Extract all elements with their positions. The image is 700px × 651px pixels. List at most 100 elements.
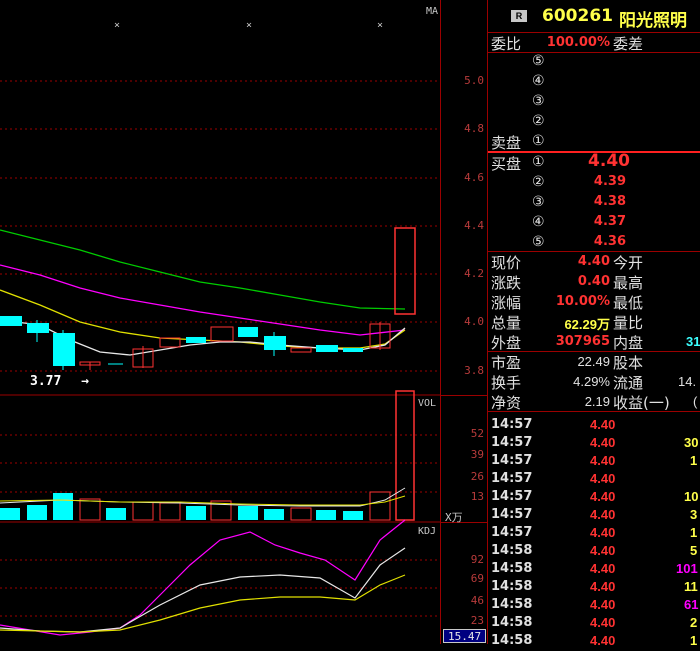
low-price-marker: 3.77 → xyxy=(30,374,89,389)
kline-svg xyxy=(0,80,440,636)
sell-level-5: ⑤ xyxy=(532,52,545,68)
tick-row: 14:57 4.40 1 xyxy=(491,453,698,468)
tick-row: 14:57 4.40 xyxy=(491,417,616,432)
price-tick: 4.0 xyxy=(464,315,484,328)
quote-label-0: 现价 xyxy=(491,254,522,272)
tick-row: 14:57 4.40 10 xyxy=(491,489,699,504)
quote-label-1: 涨跌 xyxy=(491,274,522,292)
stock-header: R 600261 阳光照明 xyxy=(488,0,700,32)
tick-row: 14:58 4.40 101 xyxy=(491,561,698,576)
tick-row: 14:57 4.40 1 xyxy=(491,525,698,540)
quote-right-4: 内盘 xyxy=(613,334,644,352)
fund-label-1: 换手 xyxy=(491,374,522,392)
kdj-value-box: 15.47 xyxy=(443,629,486,643)
kdj-tick: 69 xyxy=(470,572,484,585)
kdj-indicator-label[interactable]: KDJ xyxy=(418,526,436,537)
fund-right-value-1: 14. xyxy=(678,374,697,389)
sell-level-3: ③ xyxy=(532,92,545,108)
kdj-tick: 23 xyxy=(470,614,484,627)
price-tick: 4.6 xyxy=(464,171,484,184)
vol-tick: 52 xyxy=(470,427,484,440)
fund-label-2: 净资 xyxy=(491,394,522,412)
ma-magenta-line xyxy=(0,264,406,336)
vol-tick: 39 xyxy=(470,448,484,461)
buy-level-2-price: 4.39 xyxy=(593,174,626,189)
buy-level-1-price: 4.40 xyxy=(588,151,630,171)
buy-level-4-price: 4.37 xyxy=(593,214,626,229)
quote-value-2: 10.00% xyxy=(555,294,610,309)
quote-value-0: 4.40 xyxy=(577,254,610,269)
price-tick: 3.8 xyxy=(464,364,484,377)
stock-name: 阳光照明 xyxy=(619,11,687,31)
price-tick: 5.0 xyxy=(464,74,484,87)
fund-value-2: 2.19 xyxy=(584,394,610,409)
tick-row: 14:57 4.40 xyxy=(491,471,616,486)
ma-indicator-label[interactable]: MA xyxy=(426,6,438,17)
price-tick: 4.8 xyxy=(464,122,484,135)
volume-bars xyxy=(0,390,415,521)
sell-label: 卖盘 xyxy=(491,134,522,152)
r-badge[interactable]: R xyxy=(511,10,527,22)
buy-label: 买盘 xyxy=(491,155,522,173)
vol-tick: 13 xyxy=(470,490,484,503)
ma-green-line xyxy=(0,229,406,310)
quote-right-value-4: 31 xyxy=(686,334,700,349)
kdj-tick: 92 xyxy=(470,553,484,566)
tick-row: 14:57 4.40 30 xyxy=(491,435,699,450)
fund-value-1: 4.29% xyxy=(573,374,610,389)
kdj-j-line xyxy=(0,519,406,636)
buy-level-5-price: 4.36 xyxy=(593,234,626,249)
vol-unit: X万 xyxy=(445,511,463,524)
quote-panel: R 600261 阳光照明 委比 100.00% 委差 ⑤ ④ ③ ② 卖盘 ①… xyxy=(487,0,700,648)
candles xyxy=(0,227,416,370)
fund-right-value-2: ( xyxy=(693,394,698,409)
tick-row: 14:58 4.40 5 xyxy=(491,543,698,558)
price-tick: 4.4 xyxy=(464,219,484,232)
kdj-k-line xyxy=(0,547,406,633)
vol-indicator-label[interactable]: VOL xyxy=(418,398,436,409)
fund-value-0: 22.49 xyxy=(577,354,610,369)
buy-level-2-num: ② xyxy=(532,173,545,189)
quote-right-1: 最高 xyxy=(613,274,644,292)
quote-label-3: 总量 xyxy=(491,314,522,332)
buy-level-3-price: 4.38 xyxy=(593,194,626,209)
ratio-value: 100.00% xyxy=(546,35,610,50)
tick-row: 14:58 4.40 2 xyxy=(491,615,698,630)
tick-row: 14:58 4.40 1 xyxy=(491,633,698,648)
tick-list[interactable]: 14:57 4.40 14:57 4.40 30 14:57 4.40 1 14… xyxy=(488,413,700,648)
tick-row: 14:58 4.40 11 xyxy=(491,579,698,594)
quote-label-2: 涨幅 xyxy=(491,294,522,312)
sell-level-2: ② xyxy=(532,112,545,128)
buy-level-5-num: ⑤ xyxy=(532,233,545,249)
quote-value-4: 307965 xyxy=(555,334,610,349)
quote-right-2: 最低 xyxy=(613,294,644,312)
quote-right-3: 量比 xyxy=(613,314,644,332)
x-mark-3: × xyxy=(377,20,384,31)
buy-level-4-num: ④ xyxy=(532,213,545,229)
sell-level-4: ④ xyxy=(532,72,545,88)
x-mark-2: × xyxy=(246,20,253,31)
fund-label-0: 市盈 xyxy=(491,354,522,372)
stock-code: 600261 xyxy=(542,6,613,26)
buy-level-1-num: ① xyxy=(532,153,545,169)
sell-level-1: ① xyxy=(532,132,545,148)
quote-right-0: 今开 xyxy=(613,254,644,272)
quote-label-4: 外盘 xyxy=(491,334,522,352)
fund-right-0: 股本 xyxy=(613,354,644,372)
fund-right-2: 收益(一) xyxy=(613,394,670,412)
kdj-d-line xyxy=(0,574,406,633)
tick-row: 14:57 4.40 3 xyxy=(491,507,698,522)
quote-value-3: 62.29万 xyxy=(564,317,610,332)
vol-tick: 26 xyxy=(470,470,484,483)
kdj-tick: 46 xyxy=(470,594,484,607)
price-axis: 5.0 4.8 4.6 4.4 4.2 4.0 3.8 52 39 26 13 … xyxy=(440,0,488,644)
diff-label: 委差 xyxy=(613,35,644,53)
fund-right-1: 流通 xyxy=(613,374,644,392)
kline-chart-area[interactable]: MA × × × 3.77 → VOL KDJ xyxy=(0,0,440,644)
buy-level-3-num: ③ xyxy=(532,193,545,209)
x-mark-1: × xyxy=(114,20,121,31)
tick-row: 14:58 4.40 61 xyxy=(491,597,699,612)
price-tick: 4.2 xyxy=(464,267,484,280)
ratio-label: 委比 xyxy=(491,35,522,53)
quote-value-1: 0.40 xyxy=(577,274,610,289)
